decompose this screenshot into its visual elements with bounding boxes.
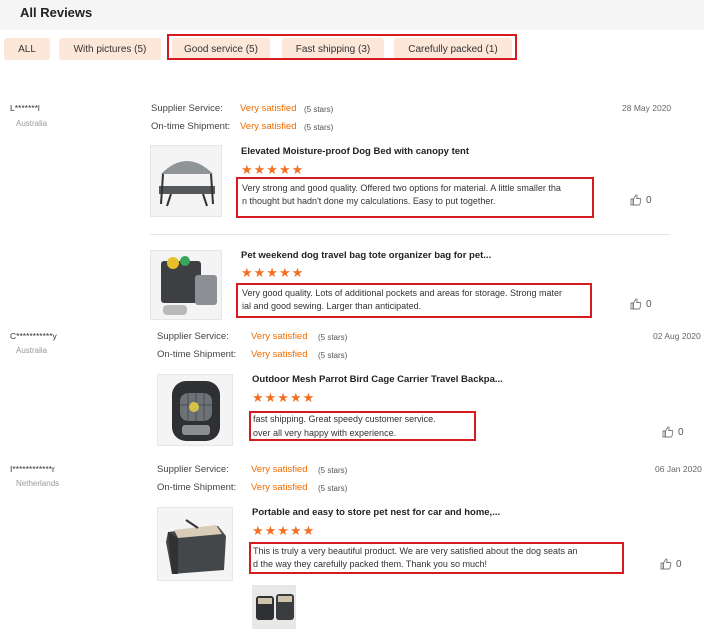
review-photo-image: [253, 586, 295, 628]
review-text-highlight-box: [236, 283, 592, 318]
reviewer-country: Australia: [16, 119, 48, 128]
pet-nest-image: [166, 519, 226, 574]
on-time-shipment-value: Very satisfied: [251, 349, 308, 360]
reviews-title: All Reviews: [20, 5, 93, 20]
product-title[interactable]: Pet weekend dog travel bag tote organize…: [241, 250, 491, 261]
review-date: 28 May 2020: [622, 103, 672, 113]
product-thumbnail-dog-bed[interactable]: [150, 145, 222, 217]
supplier-service-label: Supplier Service:: [157, 331, 229, 342]
on-time-shipment-label: On-time Shipment:: [157, 482, 237, 493]
product-title[interactable]: Elevated Moisture-proof Dog Bed with can…: [241, 146, 469, 157]
helpful-count: 0: [646, 298, 652, 310]
travel-bag-image: [161, 256, 217, 315]
reviewer-name: C***********y: [10, 331, 57, 341]
reviewer-name: I************r: [10, 464, 55, 474]
review-photo-thumbnail[interactable]: [252, 585, 296, 629]
helpful-button[interactable]: 0: [662, 426, 684, 438]
reviewer-country: Netherlands: [16, 479, 60, 488]
filter-all-chip[interactable]: ALL: [4, 38, 50, 60]
on-time-shipment-value: Very satisfied: [251, 482, 308, 493]
supplier-service-stars: (5 stars): [304, 105, 334, 114]
supplier-service-value: Very satisfied: [251, 464, 308, 475]
on-time-shipment-stars: (5 stars): [318, 351, 348, 360]
review-text-highlight-box: [236, 177, 594, 218]
review-divider: [150, 234, 670, 235]
helpful-button[interactable]: 0: [660, 558, 682, 570]
on-time-shipment-value: Very satisfied: [240, 121, 297, 132]
review-text-highlight-box: [249, 411, 476, 441]
reviews-header: [0, 0, 704, 30]
thumbs-up-icon: [662, 426, 674, 438]
review-text-highlight-box: [249, 542, 624, 574]
filters-highlight-box: [167, 34, 517, 60]
rating-stars: ★★★★★: [252, 523, 316, 538]
product-title[interactable]: Outdoor Mesh Parrot Bird Cage Carrier Tr…: [252, 374, 503, 385]
product-thumbnail-pet-nest[interactable]: [157, 507, 233, 581]
product-thumbnail-travel-bag[interactable]: [150, 250, 222, 320]
thumbs-up-icon: [660, 558, 672, 570]
product-title[interactable]: Portable and easy to store pet nest for …: [252, 507, 500, 518]
dog-bed-image: [159, 161, 215, 207]
filter-with-pictures-chip[interactable]: With pictures (5): [59, 38, 161, 60]
on-time-shipment-stars: (5 stars): [318, 484, 348, 493]
supplier-service-stars: (5 stars): [318, 333, 348, 342]
supplier-service-label: Supplier Service:: [151, 103, 223, 114]
thumbs-up-icon: [630, 194, 642, 206]
rating-stars: ★★★★★: [252, 390, 316, 405]
supplier-service-value: Very satisfied: [240, 103, 297, 114]
on-time-shipment-stars: (5 stars): [304, 123, 334, 132]
thumbs-up-icon: [630, 298, 642, 310]
review-date: 06 Jan 2020: [655, 464, 702, 474]
helpful-count: 0: [676, 558, 682, 570]
rating-stars: ★★★★★: [241, 162, 305, 177]
helpful-count: 0: [678, 426, 684, 438]
on-time-shipment-label: On-time Shipment:: [157, 349, 237, 360]
rating-stars: ★★★★★: [241, 265, 305, 280]
product-thumbnail-bird-carrier[interactable]: [157, 374, 233, 446]
review-date: 02 Aug 2020: [653, 331, 701, 341]
helpful-button[interactable]: 0: [630, 298, 652, 310]
reviewer-country: Australia: [16, 346, 48, 355]
supplier-service-label: Supplier Service:: [157, 464, 229, 475]
reviewer-name: L*******l: [10, 103, 40, 113]
bird-carrier-image: [172, 381, 220, 441]
supplier-service-stars: (5 stars): [318, 466, 348, 475]
supplier-service-value: Very satisfied: [251, 331, 308, 342]
on-time-shipment-label: On-time Shipment:: [151, 121, 231, 132]
helpful-button[interactable]: 0: [630, 194, 652, 206]
helpful-count: 0: [646, 194, 652, 206]
